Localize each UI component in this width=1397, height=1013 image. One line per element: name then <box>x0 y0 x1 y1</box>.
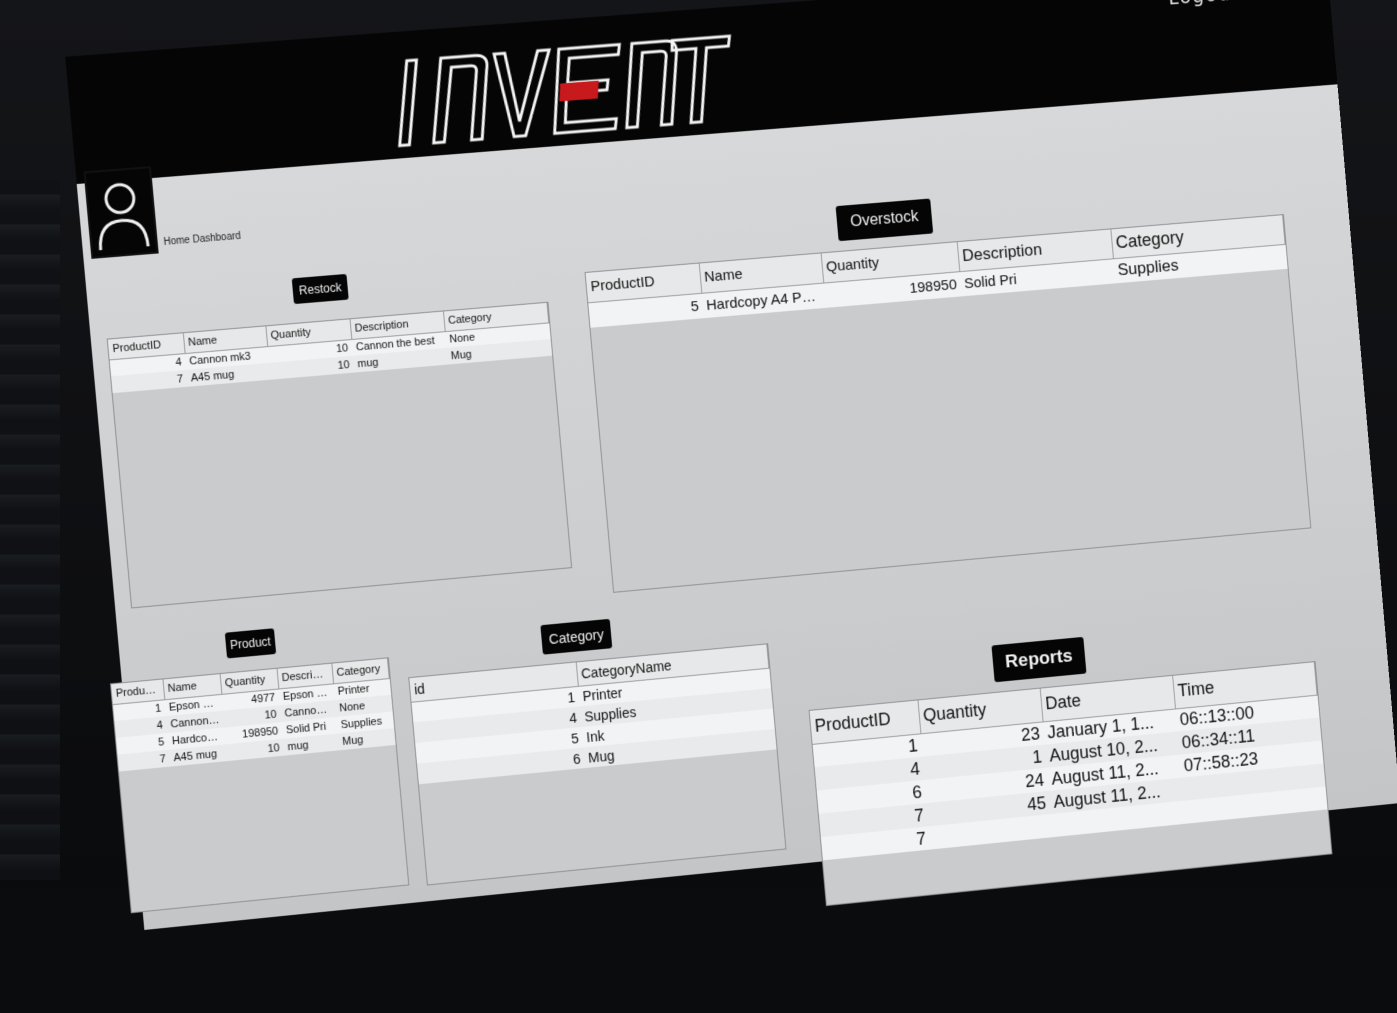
user-icon <box>99 183 151 251</box>
restock-table[interactable]: ProductID Name Quantity Description Cate… <box>106 301 573 609</box>
overstock-table[interactable]: ProductID Name Quantity Description Cate… <box>584 214 1312 593</box>
restock-button[interactable]: Restock <box>291 273 349 305</box>
product-button[interactable]: Product <box>224 628 277 659</box>
product-table[interactable]: ProductID Name Quantity Descripti... Cat… <box>110 657 410 914</box>
table-cell: 7 <box>159 752 167 766</box>
app-window: Logout Home Dashboard Restock ProductID … <box>20 0 1397 1013</box>
logo-accent-bar <box>559 80 599 102</box>
user-avatar[interactable] <box>83 166 159 259</box>
category-table[interactable]: id CategoryName 1 Printer 4 Supplies 5 I… <box>408 643 787 886</box>
